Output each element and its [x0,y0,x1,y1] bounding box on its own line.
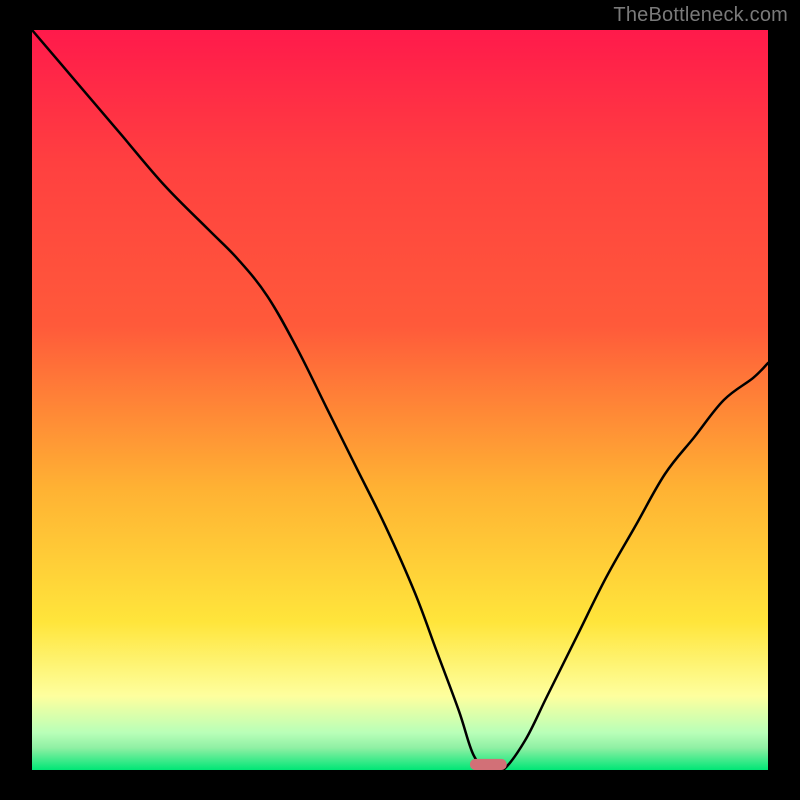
gradient-background [32,30,768,770]
optimal-marker [470,759,507,770]
chart-container: { "watermark": "TheBottleneck.com", "col… [0,0,800,800]
watermark-text: TheBottleneck.com [613,4,788,27]
bottleneck-chart [0,0,800,800]
